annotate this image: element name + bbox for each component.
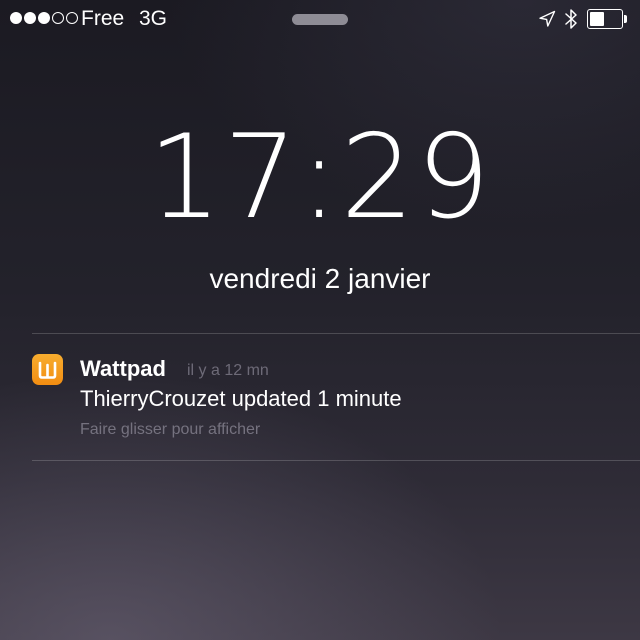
control-center-grabber[interactable] (292, 14, 348, 25)
location-icon (538, 10, 556, 28)
lock-screen-time: 17:29 (147, 110, 493, 245)
bluetooth-icon (565, 8, 577, 30)
status-bar: Free 3G (0, 0, 640, 40)
battery-icon (587, 9, 628, 29)
battery-level-fill (590, 12, 604, 26)
notification-message: ThierryCrouzet updated 1 minute (80, 386, 402, 411)
signal-strength-indicator (10, 12, 78, 24)
signal-dot (66, 12, 78, 24)
notification-app-name: Wattpad (80, 356, 166, 381)
signal-dot (24, 12, 36, 24)
lock-screen-date: vendredi 2 janvier (209, 263, 431, 294)
notification-divider-bottom (32, 460, 640, 461)
battery-body (587, 9, 623, 29)
signal-dot (52, 12, 64, 24)
slide-to-view-hint: Faire glisser pour afficher (80, 421, 261, 438)
notification-item[interactable]: Wattpad il y a 12 mn ThierryCrouzet upda… (0, 334, 640, 460)
carrier-name: Free (81, 7, 125, 30)
signal-dot (10, 12, 22, 24)
network-type: 3G (139, 7, 168, 30)
wattpad-app-icon (32, 354, 63, 385)
notification-timestamp: il y a 12 mn (187, 362, 269, 379)
signal-dot (38, 12, 50, 24)
battery-tip (624, 15, 627, 23)
